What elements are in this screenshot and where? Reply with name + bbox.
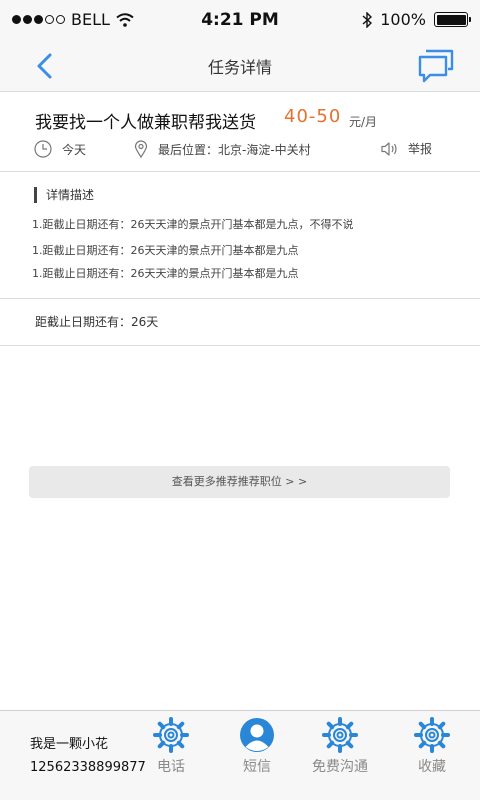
section-heading: 详情描述 <box>34 186 94 203</box>
user-name: 我是一颗小花 <box>30 737 109 752</box>
job-price: 40-50 <box>284 106 342 127</box>
user-avatar-icon <box>240 718 274 752</box>
status-bar: BELL 4:21 PM 100% <box>0 0 480 40</box>
details-section: 详情描述 1.距截止日期还有：26天天津的景点开门基本都是九点，不得不说 1.距… <box>0 172 480 299</box>
post-time: 今天 <box>34 140 86 158</box>
tab-free-chat-label: 免费沟通 <box>312 759 368 775</box>
gear-icon <box>153 717 189 753</box>
page-title: 任务详情 <box>207 58 272 77</box>
detail-line: 1.距截止日期还有：26天天津的景点开门基本都是九点，不得不说 <box>32 218 354 231</box>
tab-favorite-label: 收藏 <box>418 759 446 775</box>
gear-icon <box>322 717 358 753</box>
job-header: 我要找一个人做兼职帮我送货 40-50 元/月 今天 最后位置：北京-海淀-中关… <box>0 92 480 172</box>
job-price-unit: 元/月 <box>349 115 378 129</box>
detail-line: 1.距截止日期还有：26天天津的景点开门基本都是九点 <box>32 267 299 280</box>
job-title: 我要找一个人做兼职帮我送货 <box>35 113 256 133</box>
speaker-icon <box>381 141 397 156</box>
tab-phone[interactable]: 电话 <box>136 717 206 776</box>
chat-button[interactable] <box>416 46 456 86</box>
post-time-label: 今天 <box>62 142 87 157</box>
user-phone: 12562338899877 <box>30 760 146 775</box>
tab-phone-label: 电话 <box>157 759 185 775</box>
battery-icon <box>434 12 471 27</box>
status-right: 100% <box>362 10 471 29</box>
heading-bar <box>34 186 37 203</box>
clock-icon <box>34 140 52 158</box>
more-recommendations-button[interactable]: 查看更多推荐推荐职位 > > <box>29 466 450 498</box>
nav-bar: 任务详情 <box>0 40 480 92</box>
deadline-section: 距截止日期还有：26天 <box>0 299 480 346</box>
battery-percent: 100% <box>380 10 426 29</box>
report-label: 举报 <box>408 142 433 156</box>
gear-icon <box>414 717 450 753</box>
bluetooth-icon <box>362 11 373 28</box>
report-button[interactable]: 举报 <box>380 140 432 157</box>
detail-line: 1.距截止日期还有：26天天津的景点开门基本都是九点 <box>32 244 299 257</box>
tab-sms-label: 短信 <box>243 759 271 775</box>
deadline-label: 距截止日期还有：26天 <box>35 315 159 329</box>
bottom-bar: 我是一颗小花 12562338899877 电话 短信 免费沟通 收藏 <box>0 710 480 800</box>
location: 最后位置：北京-海淀-中关村 <box>134 140 311 158</box>
tab-sms[interactable]: 短信 <box>222 717 292 776</box>
tab-free-chat[interactable]: 免费沟通 <box>305 717 375 776</box>
tab-favorite[interactable]: 收藏 <box>397 717 467 776</box>
details-heading: 详情描述 <box>46 188 95 202</box>
location-pin-icon <box>134 140 148 158</box>
location-label: 最后位置：北京-海淀-中关村 <box>158 142 311 157</box>
chat-bubbles-icon <box>418 49 454 83</box>
